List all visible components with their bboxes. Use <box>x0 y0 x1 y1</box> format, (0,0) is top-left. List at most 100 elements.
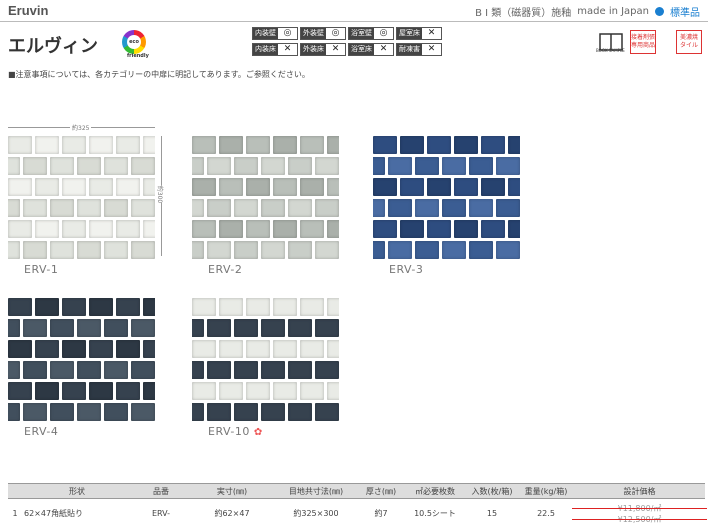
swatch-erv-3[interactable] <box>373 136 520 261</box>
price-old-1: ¥11,800/㎡ <box>572 503 707 514</box>
tile-chip <box>288 157 312 175</box>
col-per-sqm: ㎡必要枚数 <box>404 483 466 499</box>
swatch-erv-2[interactable] <box>192 136 339 261</box>
usage-label: 外装壁 <box>301 28 326 39</box>
usage-item: 浴室壁 ◎ <box>348 27 394 40</box>
tile-chip <box>23 403 47 421</box>
tile-chip <box>288 241 312 259</box>
tile-chip <box>327 298 339 316</box>
tile-chip <box>246 220 270 238</box>
tile-chip <box>469 157 493 175</box>
usage-label: 内装壁 <box>253 28 278 39</box>
tile-chip <box>8 178 32 196</box>
swatch-erv-4[interactable] <box>8 298 155 423</box>
swatch-erv-10[interactable] <box>192 298 339 423</box>
tile-chip <box>116 340 140 358</box>
tile-chip <box>192 178 216 196</box>
tile-chip <box>8 382 32 400</box>
tile-chip <box>469 199 493 217</box>
tile-chip <box>62 340 86 358</box>
tile-chip <box>192 319 204 337</box>
usage-label: 耐凍害 <box>397 44 422 55</box>
tile-chip <box>131 403 155 421</box>
code-erv-2: ERV-2 <box>208 263 243 276</box>
tile-chip <box>192 220 216 238</box>
tile-chip <box>427 220 451 238</box>
tile-chip <box>219 382 243 400</box>
tile-chip <box>116 178 140 196</box>
tile-chip <box>62 178 86 196</box>
tile-chip <box>261 361 285 379</box>
unsuitable-mark-icon: ✕ <box>427 44 436 54</box>
tile-chip <box>234 319 258 337</box>
tile-chip <box>23 319 47 337</box>
tile-chip <box>89 382 113 400</box>
tile-chip <box>219 136 243 154</box>
tile-chip <box>288 361 312 379</box>
tile-chip <box>8 298 32 316</box>
tile-chip <box>50 157 74 175</box>
tile-chip <box>273 136 297 154</box>
tile-chip <box>261 319 285 337</box>
tile-chip <box>35 178 59 196</box>
tile-chip <box>62 298 86 316</box>
tile-chip <box>300 340 324 358</box>
code-erv-4: ERV-4 <box>24 425 59 438</box>
tile-chip <box>8 157 20 175</box>
product-meta: B Ⅰ 類（磁器質）施釉 made in Japan 標準品 <box>475 4 700 19</box>
tile-chip <box>192 157 204 175</box>
classification: B Ⅰ 類（磁器質）施釉 <box>475 8 572 19</box>
tile-chip <box>315 403 339 421</box>
tile-chip <box>288 403 312 421</box>
tile-chip <box>192 199 204 217</box>
tile-chip <box>207 241 231 259</box>
price-old-2: ¥12,500/㎡ <box>572 514 707 525</box>
row-code: ERV- <box>132 498 190 528</box>
usage-item: 屋室床 ✕ <box>396 27 442 40</box>
tile-chip <box>315 361 339 379</box>
tile-chip <box>8 241 20 259</box>
tile-chip <box>143 340 155 358</box>
tile-chip <box>400 220 424 238</box>
tile-chip <box>481 178 505 196</box>
tile-chip <box>8 361 20 379</box>
tile-chip <box>300 298 324 316</box>
tile-chip <box>373 178 397 196</box>
page-title: エルヴィン <box>8 36 98 57</box>
tile-chip <box>35 298 59 316</box>
swatch-erv-1[interactable] <box>8 136 155 261</box>
row-per-box: 15 <box>466 498 518 528</box>
usage-item: 外装壁 ◎ <box>300 27 346 40</box>
tile-chip <box>131 157 155 175</box>
height-dimension-label: 約300 <box>156 185 166 204</box>
tile-chip <box>23 199 47 217</box>
code-erv-10: ERV-10 <box>208 425 250 438</box>
tile-chip <box>143 220 155 238</box>
tile-chip <box>35 220 59 238</box>
row-per-sqm: 10.5シート <box>404 498 466 528</box>
tile-chip <box>131 319 155 337</box>
tile-chip <box>77 319 101 337</box>
tile-chip <box>469 241 493 259</box>
tile-chip <box>234 241 258 259</box>
tile-chip <box>77 241 101 259</box>
tile-chip <box>192 340 216 358</box>
unsuitable-mark-icon: ✕ <box>427 28 436 38</box>
tile-chip <box>35 136 59 154</box>
tile-chip <box>442 199 466 217</box>
tile-chip <box>192 136 216 154</box>
tile-chip <box>143 298 155 316</box>
usage-label: 浴室床 <box>349 44 374 55</box>
table-row: 1 62×47角紙貼り ERV- 約62×47 約325×300 約7 10.5… <box>8 498 707 528</box>
tile-chip <box>400 178 424 196</box>
row-thickness: 約7 <box>358 498 404 528</box>
tile-chip <box>23 241 47 259</box>
tile-chip <box>234 403 258 421</box>
tile-chip <box>116 220 140 238</box>
tile-chip <box>327 178 339 196</box>
tile-chip <box>273 178 297 196</box>
tile-chip <box>50 403 74 421</box>
tile-chip <box>481 136 505 154</box>
tile-chip <box>207 157 231 175</box>
tile-chip <box>104 403 128 421</box>
